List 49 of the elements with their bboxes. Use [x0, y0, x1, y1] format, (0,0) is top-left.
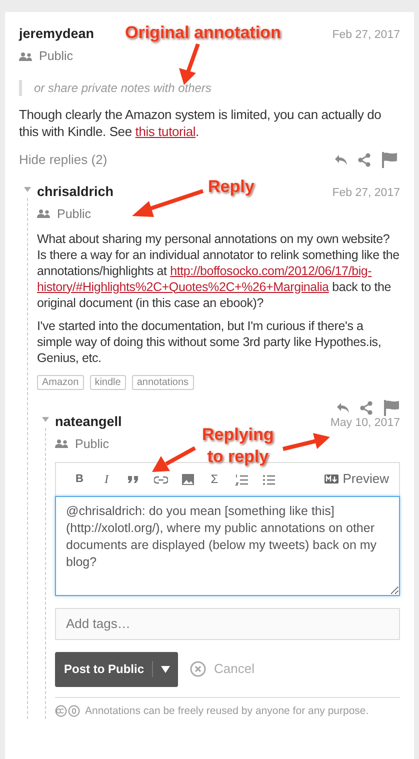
visibility-label: Public [39, 48, 74, 66]
license-icon [55, 705, 81, 718]
callout-label: Reply [208, 176, 254, 198]
people-icon [55, 439, 69, 450]
toggle-replies-link[interactable]: Hide replies (2) [19, 150, 108, 170]
callout-arrow [132, 189, 204, 217]
comment-input[interactable]: @chrisaldrich: do you mean [something like this](http://xolotl.org/), where my public annotations on other documents are displayed (below my tweets) back on my blog? [55, 496, 400, 596]
share-icon[interactable] [358, 152, 371, 167]
image-icon[interactable] [180, 472, 194, 486]
link[interactable]: this tutorial [135, 124, 196, 139]
close-icon [190, 661, 206, 677]
tags-input[interactable]: Add tags… [55, 608, 400, 640]
username[interactable]: jeremydean [19, 24, 94, 44]
callout-arrow [282, 433, 330, 451]
callout-label: Replying to reply [202, 424, 274, 468]
flag-icon[interactable] [381, 152, 398, 168]
bullet-list-icon[interactable] [262, 472, 276, 486]
caret-icon[interactable] [42, 416, 48, 422]
people-icon [19, 52, 33, 62]
body-text: I've started into the documentation, but I'm curious if there's a simple way of doing this without some 3rd party like Hypothes.is, Genius, etc. [37, 318, 382, 366]
callout-label: Original annotation [125, 22, 281, 44]
numbered-list-icon[interactable] [234, 472, 248, 486]
share-icon[interactable] [360, 400, 373, 414]
body-text: What about sharing my personal annotations on my own website? Is there a way for an individual annotator to relink something like the annotations/highlights at http://boffosocko.com/2012/06/17/big- history/#Highlights%2C+Quotes%2C+%26+Marginalia back to the original document (in this case an ebook)? [37, 230, 400, 310]
body-text: Though clearly the Amazon system is limited, you can actually do this with Kindle. See this tutorial. [19, 106, 382, 140]
dropdown-caret-icon[interactable] [161, 666, 170, 672]
link[interactable]: history/#Highlights%2C+Quotes%2C+%26+Marginalia [37, 280, 329, 294]
visibility-label: Public [57, 206, 92, 223]
markdown-icon [324, 474, 339, 484]
people-icon [37, 209, 51, 220]
username[interactable]: chrisaldrich [37, 182, 114, 202]
visibility-label: Public [75, 436, 110, 453]
username[interactable]: nateangell [55, 412, 122, 432]
tag[interactable]: kindle [90, 374, 126, 390]
italic-button[interactable]: I [104, 470, 108, 488]
license-text: Annotations can be freely reused by anyone for any purpose. [85, 704, 369, 718]
link[interactable]: http://boffosocko.com/2012/06/17/big- [170, 264, 372, 278]
callout-arrow [152, 446, 196, 472]
math-button[interactable]: Σ [210, 470, 218, 488]
callout-arrow [179, 43, 200, 85]
reply-icon[interactable] [334, 154, 348, 166]
reply-icon[interactable] [336, 402, 350, 414]
tag[interactable]: Amazon [37, 374, 84, 390]
flag-icon[interactable] [383, 400, 400, 416]
preview-button[interactable]: Preview [324, 469, 389, 489]
post-button[interactable]: Post to Public [55, 652, 178, 686]
caret-icon[interactable] [24, 186, 30, 192]
bold-button[interactable]: B [76, 470, 84, 488]
tag[interactable]: annotations [132, 374, 194, 390]
